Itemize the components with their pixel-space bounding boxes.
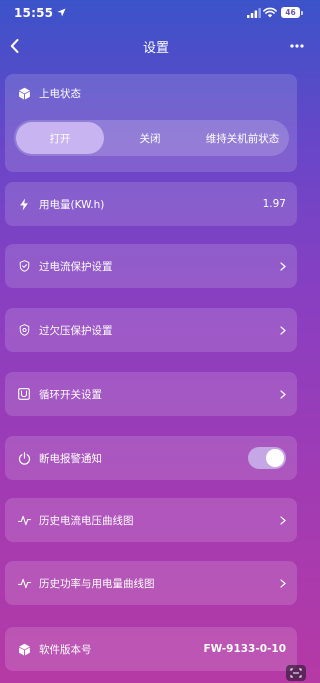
power-state-label: 上电状态: [39, 87, 81, 100]
nav-bar: 设置: [0, 30, 312, 62]
shield-icon: [17, 323, 31, 337]
cycle-switch-icon: [17, 387, 31, 401]
more-button[interactable]: [286, 38, 308, 54]
power-off-alert-card: 断电报警通知: [5, 436, 297, 480]
chevron-right-icon: [278, 389, 286, 399]
power-state-header: 上电状态: [5, 74, 297, 112]
cycle-switch-label: 循环开关设置: [39, 388, 102, 401]
history-current-voltage-card[interactable]: 历史电流电压曲线图: [5, 498, 297, 542]
overcurrent-label: 过电流保护设置: [39, 260, 113, 273]
chevron-right-icon: [278, 515, 286, 525]
power-off-alert-label: 断电报警通知: [39, 452, 102, 465]
scan-icon: [290, 668, 302, 678]
chevron-right-icon: [278, 261, 286, 271]
more-dots-icon: [290, 44, 304, 48]
energy-label: 用电量(KW.h): [39, 198, 105, 211]
power-state-segmented-control: 打开 关闭 维持关机前状态: [14, 120, 289, 156]
chevron-right-icon: [278, 325, 286, 335]
chevron-right-icon: [278, 578, 286, 588]
history-current-voltage-label: 历史电流电压曲线图: [39, 514, 134, 527]
firmware-value: FW-9133-0-10: [203, 643, 287, 655]
power-off-alert-toggle[interactable]: [248, 447, 286, 469]
power-state-option-on[interactable]: 打开: [16, 122, 104, 154]
shield-icon: [17, 259, 31, 273]
energy-value: 1.97: [262, 198, 286, 210]
signal-icon: [247, 8, 261, 18]
cycle-switch-card[interactable]: 循环开关设置: [5, 372, 297, 416]
energy-card: 用电量(KW.h) 1.97: [5, 182, 297, 226]
location-arrow-icon: [57, 8, 66, 17]
firmware-label: 软件版本号: [39, 643, 92, 656]
battery-indicator: 46: [281, 7, 303, 18]
page-title: 设置: [142, 41, 169, 56]
scan-button[interactable]: [286, 665, 306, 681]
lightning-icon: [17, 197, 31, 211]
voltage-card[interactable]: 过欠压保护设置: [5, 308, 297, 352]
power-icon: [17, 451, 31, 465]
line-chart-icon: [17, 576, 31, 590]
line-chart-icon: [17, 513, 31, 527]
voltage-label: 过欠压保护设置: [39, 324, 113, 337]
power-state-card: 上电状态 打开 关闭 维持关机前状态: [5, 74, 297, 172]
overcurrent-card[interactable]: 过电流保护设置: [5, 244, 297, 288]
wifi-icon: [263, 7, 277, 18]
history-power-energy-label: 历史功率与用电量曲线图: [39, 577, 155, 590]
power-state-option-off[interactable]: 关闭: [104, 122, 196, 154]
cube-icon: [17, 642, 31, 656]
cube-icon: [17, 86, 31, 100]
power-state-option-keep[interactable]: 维持关机前状态: [196, 122, 289, 154]
status-time: 15:55: [14, 6, 54, 20]
firmware-card: 软件版本号 FW-9133-0-10: [5, 627, 297, 671]
status-bar: 15:55 46: [0, 0, 312, 28]
toggle-knob: [266, 449, 284, 467]
history-power-energy-card[interactable]: 历史功率与用电量曲线图: [5, 561, 297, 605]
